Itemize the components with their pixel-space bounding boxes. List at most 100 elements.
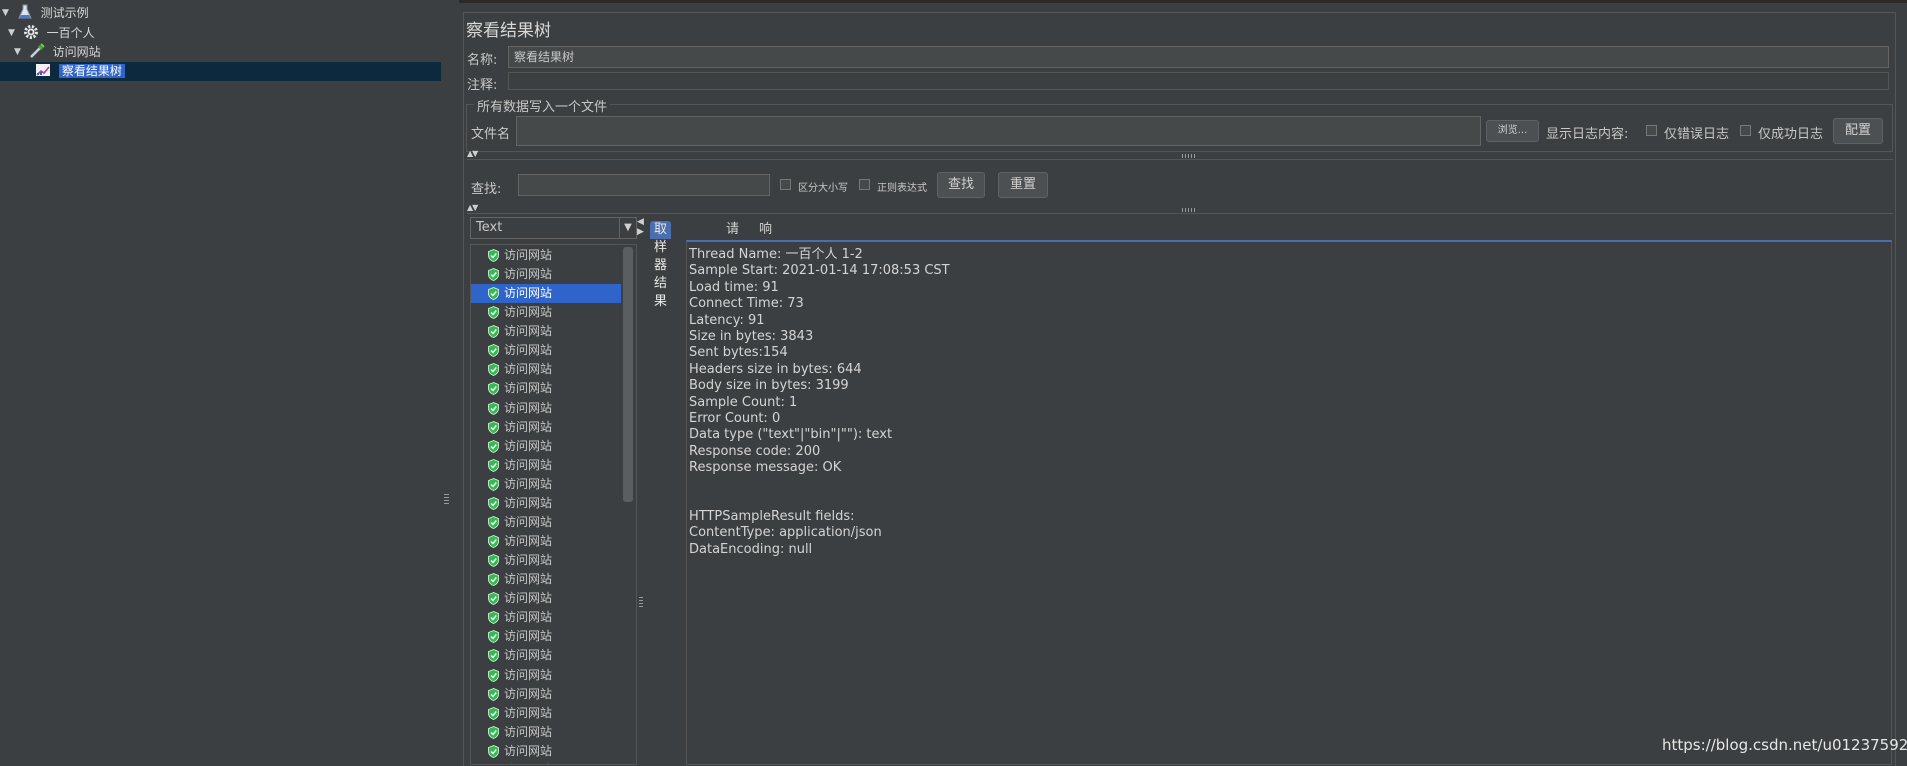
list-item[interactable]: 访问网站 [471, 399, 621, 418]
result-line: Headers size in bytes: 644 [689, 361, 862, 377]
splitter-line [467, 213, 1893, 214]
splitter-grip-icon[interactable] [1182, 154, 1196, 158]
result-line: HTTPSampleResult fields: [689, 508, 855, 524]
list-item[interactable]: 访问网站 [471, 608, 621, 627]
list-item[interactable]: 访问网站 [471, 265, 621, 284]
comment-label: 注释: [467, 78, 498, 93]
tab-response-data[interactable]: 响应数据 [755, 221, 776, 291]
tree-item-results-tree[interactable]: 察看结果树 [35, 62, 125, 81]
sampler-result-pane[interactable]: Thread Name: 一百个人 1-2 Sample Start: 2021-… [686, 240, 1892, 765]
list-item[interactable]: 访问网站 [471, 513, 621, 532]
case-sensitive-checkbox[interactable] [780, 179, 791, 190]
name-field[interactable]: 察看结果树 [508, 46, 1889, 68]
collapse-right-icon[interactable]: ▶ [637, 227, 644, 237]
test-plan-tree: ▼ 测试示例 ▼ 一百个人 ▼ 访问网站 察看结果树 [0, 0, 442, 765]
success-shield-icon [488, 439, 499, 453]
comment-field[interactable] [508, 72, 1889, 90]
reset-button[interactable]: 重置 [998, 172, 1048, 198]
splitter-grip-icon[interactable] [1182, 208, 1196, 212]
list-scrollbar[interactable] [623, 247, 633, 502]
tree-item-http-sampler[interactable]: ▼ 访问网站 [14, 43, 101, 62]
expand-arrow-icon[interactable]: ▼ [8, 24, 19, 43]
list-item-label: 访问网站 [504, 305, 553, 320]
list-item-label: 访问网站 [504, 743, 553, 758]
list-item[interactable]: 访问网站 [471, 322, 621, 341]
collapse-left-icon[interactable]: ◀ [637, 217, 644, 227]
list-item[interactable]: 访问网站 [471, 418, 621, 437]
list-item[interactable]: 访问网站 [471, 685, 621, 704]
list-item-label: 访问网站 [504, 438, 553, 453]
search-input[interactable] [518, 174, 770, 196]
list-item-label: 访问网站 [504, 248, 553, 262]
chevron-down-icon[interactable]: ▼ [619, 218, 636, 238]
file-group-title: 所有数据写入一个文件 [474, 96, 611, 115]
regex-checkbox[interactable] [859, 179, 870, 190]
tree-item-thread-group[interactable]: ▼ 一百个人 [8, 24, 95, 43]
result-line: Data type ("text"|"bin"|""): text [689, 427, 893, 443]
list-item[interactable]: 访问网站 [471, 742, 621, 761]
expand-arrow-icon[interactable]: ▼ [2, 4, 13, 23]
tab-sampler-result[interactable]: 取样器结果 [650, 221, 672, 309]
result-line: Latency: 91 [689, 312, 765, 328]
list-item[interactable]: 访问网站 [471, 646, 621, 665]
success-shield-icon [488, 363, 499, 377]
splitter-grip-icon[interactable] [639, 597, 643, 609]
find-button[interactable]: 查找 [937, 172, 985, 198]
list-item[interactable]: 访问网站 [471, 761, 621, 764]
list-item[interactable]: 访问网站 [471, 723, 621, 742]
renderer-select[interactable]: Text ▼ [470, 217, 637, 239]
success-shield-icon [488, 687, 499, 701]
list-item-label: 访问网站 [504, 495, 553, 510]
list-detail-splitter[interactable]: ◀ ▶ [637, 217, 645, 765]
splitter-1[interactable]: ▲▼ [467, 149, 1893, 160]
success-shield-icon [488, 744, 499, 758]
success-only-checkbox[interactable] [1740, 125, 1751, 136]
errors-only-checkbox[interactable] [1646, 125, 1657, 136]
list-item-label: 访问网站 [504, 457, 553, 472]
divider-grip-icon[interactable] [444, 494, 449, 506]
success-shield-icon [488, 611, 499, 625]
result-line [689, 477, 950, 493]
success-shield-icon [488, 706, 499, 720]
list-item[interactable]: 访问网站 [471, 284, 621, 304]
collapse-arrows-icon[interactable]: ▲▼ [467, 149, 478, 158]
list-item[interactable]: 访问网站 [471, 360, 621, 379]
success-shield-icon [488, 344, 499, 358]
result-line: Load time: 91 [689, 279, 779, 295]
configure-button[interactable]: 配置 [1833, 118, 1883, 144]
list-item-label: 访问网站 [504, 610, 553, 625]
list-item[interactable]: 访问网站 [471, 456, 621, 475]
list-item-label: 访问网站 [504, 553, 553, 568]
tree-item-test-plan[interactable]: ▼ 测试示例 [2, 4, 89, 23]
list-item[interactable]: 访问网站 [471, 627, 621, 646]
list-item[interactable]: 访问网站 [471, 666, 621, 685]
split-pane-divider[interactable] [441, 0, 459, 765]
list-item[interactable]: 访问网站 [471, 704, 621, 723]
result-line: Body size in bytes: 3199 [689, 378, 849, 394]
splitter-2[interactable]: ▲▼ [467, 203, 1893, 214]
list-item[interactable]: 访问网站 [471, 246, 621, 265]
list-item[interactable]: 访问网站 [471, 379, 621, 398]
list-item-label: 访问网站 [504, 648, 553, 663]
tree-item-label: 察看结果树 [58, 64, 125, 78]
browse-button[interactable]: 浏览... [1486, 120, 1539, 142]
list-item[interactable]: 访问网站 [471, 494, 621, 513]
list-item[interactable]: 访问网站 [471, 303, 621, 322]
list-item[interactable]: 访问网站 [471, 570, 621, 589]
gear-icon [23, 25, 38, 39]
collapse-arrows-icon[interactable]: ▲▼ [467, 203, 478, 212]
list-item[interactable]: 访问网站 [471, 532, 621, 551]
list-item[interactable]: 访问网站 [471, 589, 621, 608]
result-line: Thread Name: 一百个人 1-2 [689, 247, 863, 262]
list-item[interactable]: 访问网站 [471, 437, 621, 456]
filename-field[interactable] [516, 116, 1481, 146]
list-item[interactable]: 访问网站 [471, 341, 621, 360]
list-item[interactable]: 访问网站 [471, 475, 621, 494]
expand-arrow-icon[interactable]: ▼ [14, 43, 25, 62]
list-item[interactable]: 访问网站 [471, 551, 621, 570]
panel-top-border [459, 0, 1907, 3]
result-line: DataEncoding: null [689, 541, 813, 557]
list-item-label: 访问网站 [504, 591, 553, 606]
tab-request[interactable]: 请求 [722, 221, 743, 255]
watermark: https://blog.csdn.net/u012375924 [1662, 736, 1907, 754]
